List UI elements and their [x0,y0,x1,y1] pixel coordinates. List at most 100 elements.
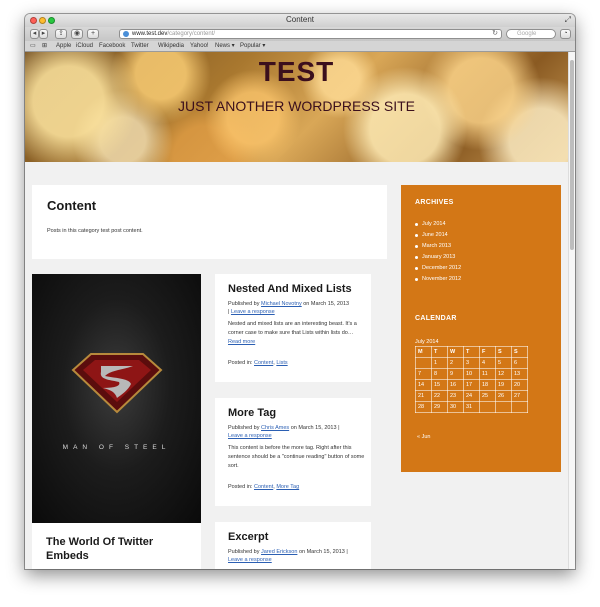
bookmark-wikipedia[interactable]: Wikipedia [158,41,184,51]
archive-link[interactable]: March 2013 [415,241,461,252]
calendar-day: 16 [447,379,464,391]
scrollbar-thumb[interactable] [570,60,574,250]
calendar-week: 21 22 23 24 25 26 27 [415,390,528,402]
title-bar: Content ⤢ [25,14,575,27]
post-excerpt: This content is before the more tag. Rig… [228,445,365,469]
archive-link[interactable]: December 2012 [415,263,461,274]
post-title[interactable]: Nested And Mixed Lists [228,283,352,295]
back-arrow-icon: ◂ [32,30,37,37]
calendar-table: M T W T F S S 1 2 3 4 5 6 7 8 9 10 11 12… [415,346,528,413]
page-title: Content [47,198,97,213]
calendar-day: 26 [495,390,512,402]
calendar-day: 20 [511,379,528,391]
calendar-day [495,401,512,413]
show-bookmarks-icon[interactable]: ▭ [30,41,36,51]
search-field[interactable]: Google [506,29,556,39]
top-sites-icon[interactable]: ⊞ [42,41,47,51]
calendar-day [511,401,528,413]
calendar-week: 28 29 30 31 [415,401,528,413]
leave-response-link[interactable]: Leave a response [231,309,275,315]
calendar-day: 22 [431,390,448,402]
bookmark-news[interactable]: News ▾ [215,41,235,51]
forward-arrow-icon: ▸ [41,30,46,37]
site-description: JUST ANOTHER WORDPRESS SITE [178,98,415,114]
site-title[interactable]: TEST [25,56,568,88]
post-card: More Tag Published by Chris Ames on Marc… [215,398,371,506]
weekday: S [511,346,528,358]
post-meta: Published by Jared Erickson on March 15,… [228,549,348,563]
category-header: Content Posts in this category test post… [32,185,387,259]
page-viewport: TEST JUST ANOTHER WORDPRESS SITE Content… [25,52,568,569]
calendar-day: 14 [415,379,432,391]
archive-link[interactable]: November 2012 [415,274,461,285]
weekday: T [431,346,448,358]
reload-icon[interactable]: ↻ [492,30,498,38]
post-title[interactable]: More Tag [228,407,276,419]
new-tab-button[interactable]: + [87,29,99,39]
bookmark-popular[interactable]: Popular ▾ [240,41,265,51]
globe-icon [123,31,129,37]
category-link[interactable]: Lists [276,360,287,366]
featured-image[interactable]: MAN OF STEEL [32,274,201,523]
calendar-day: 10 [463,368,480,380]
bookmark-facebook[interactable]: Facebook [99,41,125,51]
calendar-day: 18 [479,379,496,391]
calendar-heading: CALENDAR [415,315,457,322]
post-categories: Posted in: Content, Lists [228,360,288,366]
calendar-caption: July 2014 [415,339,439,345]
weekday: W [447,346,464,358]
reader-button[interactable]: ◉ [71,29,83,39]
calendar-day [415,357,432,369]
url-host: www.test.dev [132,31,168,37]
bookmarks-bar: ▭ ⊞ Apple iCloud Facebook Twitter Wikipe… [25,41,575,52]
leave-response-link[interactable]: Leave a response [228,557,272,563]
calendar-day [479,401,496,413]
url-path: /category/content/ [167,31,216,37]
category-link[interactable]: More Tag [276,484,299,490]
calendar-prev-month-link[interactable]: « Jun [417,434,430,440]
bookmark-twitter[interactable]: Twitter [131,41,149,51]
post-title[interactable]: Excerpt [228,531,268,543]
calendar-day: 30 [447,401,464,413]
calendar-day: 28 [415,401,432,413]
weekday: T [463,346,480,358]
calendar-day: 2 [447,357,464,369]
site-header: TEST JUST ANOTHER WORDPRESS SITE [25,52,568,162]
weekday: F [479,346,496,358]
superman-shield-icon [71,353,163,414]
archive-link[interactable]: July 2014 [415,219,461,230]
calendar-day: 25 [479,390,496,402]
bookmark-yahoo[interactable]: Yahoo! [190,41,209,51]
author-link[interactable]: Michael Novotny [261,301,302,307]
author-link[interactable]: Jared Erickson [261,549,297,555]
author-link[interactable]: Chris Ames [261,425,289,431]
address-bar[interactable]: www.test.dev/category/content/ ↻ [119,29,502,39]
post-title[interactable]: The World Of Twitter Embeds [46,535,196,563]
forward-button[interactable]: ▸ [39,29,48,39]
share-button[interactable]: ⇪ [55,29,67,39]
bookmark-icloud[interactable]: iCloud [76,41,93,51]
archive-link[interactable]: June 2014 [415,230,461,241]
downloads-button[interactable]: ◔ [560,29,571,39]
sidebar-widgets: ARCHIVES July 2014 June 2014 March 2013 … [401,185,561,472]
bookmark-apple[interactable]: Apple [56,41,71,51]
calendar-day: 7 [415,368,432,380]
category-link[interactable]: Content [254,360,273,366]
calendar-day: 5 [495,357,512,369]
back-button[interactable]: ◂ [30,29,39,39]
category-link[interactable]: Content [254,484,273,490]
browser-toolbar: ◂ ▸ ⇪ ◉ + www.test.dev/category/content/… [25,27,575,41]
page-scrollbar[interactable] [568,52,575,569]
calendar-day: 19 [495,379,512,391]
calendar-day: 23 [447,390,464,402]
read-more-link[interactable]: Read more [228,339,255,345]
leave-response-link[interactable]: Leave a response [228,433,272,439]
plus-icon: + [90,30,96,37]
archive-link[interactable]: January 2013 [415,252,461,263]
fullscreen-icon[interactable]: ⤢ [565,15,571,25]
calendar-day: 6 [511,357,528,369]
calendar-day: 24 [463,390,480,402]
calendar-day: 11 [479,368,496,380]
calendar-day: 21 [415,390,432,402]
calendar-week: 7 8 9 10 11 12 13 [415,368,528,380]
